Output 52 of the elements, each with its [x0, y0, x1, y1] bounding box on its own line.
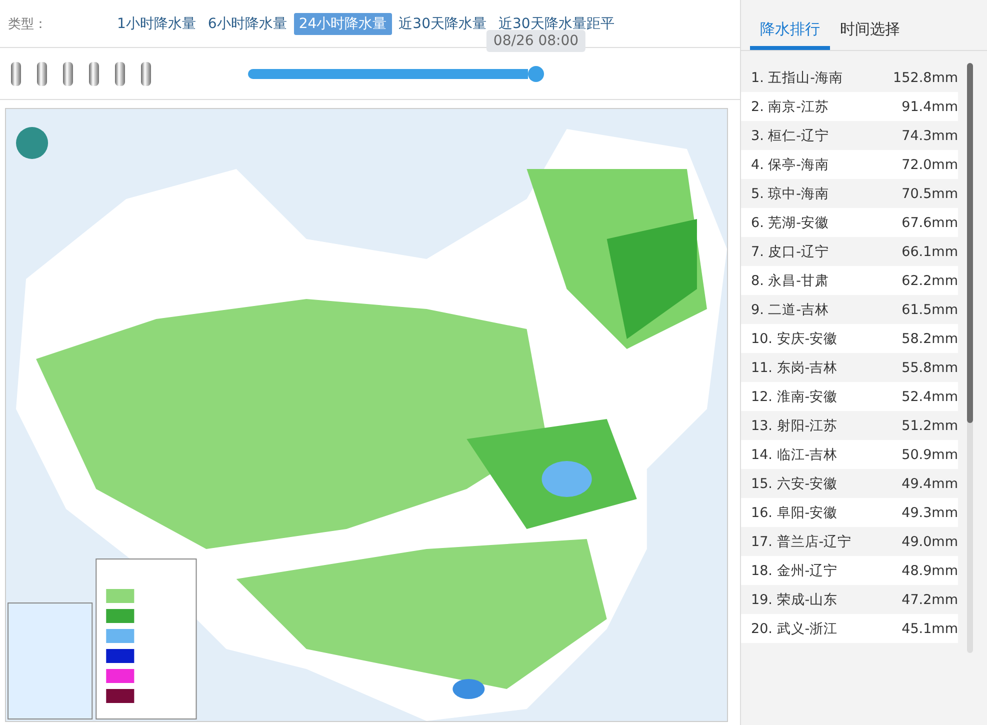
- rainfall-value: 67.6mm: [902, 214, 958, 230]
- slider-thumb[interactable]: [528, 66, 544, 82]
- bar-icon[interactable]: [114, 60, 126, 86]
- station-name: 16. 阜阳-安徽: [751, 504, 838, 522]
- station-name: 4. 保亭-海南: [751, 156, 830, 174]
- station-name: 3. 桓仁-辽宁: [751, 126, 830, 144]
- bar-icon[interactable]: [140, 60, 152, 86]
- station-name: 14. 临江-吉林: [751, 446, 838, 464]
- station-name: 19. 荣成-山东: [751, 590, 838, 608]
- station-name: 1. 五指山-海南: [751, 68, 844, 86]
- rainfall-value: 49.4mm: [902, 476, 958, 492]
- rainfall-value: 91.4mm: [902, 98, 958, 114]
- rainfall-value: 55.8mm: [902, 360, 958, 376]
- panel-tab[interactable]: 降水排行: [750, 2, 830, 50]
- rainfall-value: 72.0mm: [902, 156, 958, 172]
- panel-tab[interactable]: 时间选择: [830, 2, 910, 50]
- time-tooltip: 08/26 08:00: [486, 30, 586, 52]
- rainfall-value: 70.5mm: [902, 186, 958, 202]
- rainfall-value: 48.9mm: [902, 562, 958, 578]
- rainfall-value: 47.2mm: [902, 592, 958, 608]
- type-option[interactable]: 1小时降水量: [112, 12, 201, 34]
- station-name: 12. 淮南-安徽: [751, 388, 838, 406]
- rainfall-value: 45.1mm: [902, 620, 958, 636]
- station-name: 17. 普兰店-辽宁: [751, 532, 852, 550]
- station-name: 18. 金州-辽宁: [751, 562, 838, 580]
- rainfall-value: 152.8mm: [893, 70, 958, 86]
- rainfall-value: 49.0mm: [902, 534, 958, 550]
- rainfall-value: 51.2mm: [902, 418, 958, 434]
- station-name: 20. 武义-浙江: [751, 620, 838, 638]
- station-name: 2. 南京-江苏: [751, 98, 830, 116]
- station-name: 10. 安庆-安徽: [751, 330, 838, 348]
- rainfall-value: 50.9mm: [902, 446, 958, 462]
- station-name: 6. 芜湖-安徽: [751, 214, 830, 232]
- station-name: 13. 射阳-江苏: [751, 416, 838, 434]
- station-name: 15. 六安-安徽: [751, 474, 838, 492]
- station-name: 5. 琼中-海南: [751, 184, 830, 202]
- type-label: 类型：: [8, 16, 48, 32]
- bar-icon[interactable]: [10, 60, 22, 86]
- station-name: 7. 皮口-辽宁: [751, 242, 830, 260]
- bar-icon[interactable]: [62, 60, 74, 86]
- rainfall-value: 58.2mm: [902, 330, 958, 346]
- rainfall-value: 66.1mm: [902, 244, 958, 260]
- rainfall-value: 74.3mm: [902, 128, 958, 144]
- station-name: 8. 永昌-甘肃: [751, 272, 830, 290]
- rainfall-value: 49.3mm: [902, 504, 958, 520]
- rainfall-value: 52.4mm: [902, 388, 958, 404]
- station-name: 9. 二道-吉林: [751, 300, 830, 318]
- bar-icon[interactable]: [88, 60, 100, 86]
- station-name: 11. 东岗-吉林: [751, 358, 838, 376]
- rainfall-value: 62.2mm: [902, 272, 958, 288]
- rainfall-value: 61.5mm: [902, 302, 958, 318]
- bar-icon[interactable]: [36, 60, 48, 86]
